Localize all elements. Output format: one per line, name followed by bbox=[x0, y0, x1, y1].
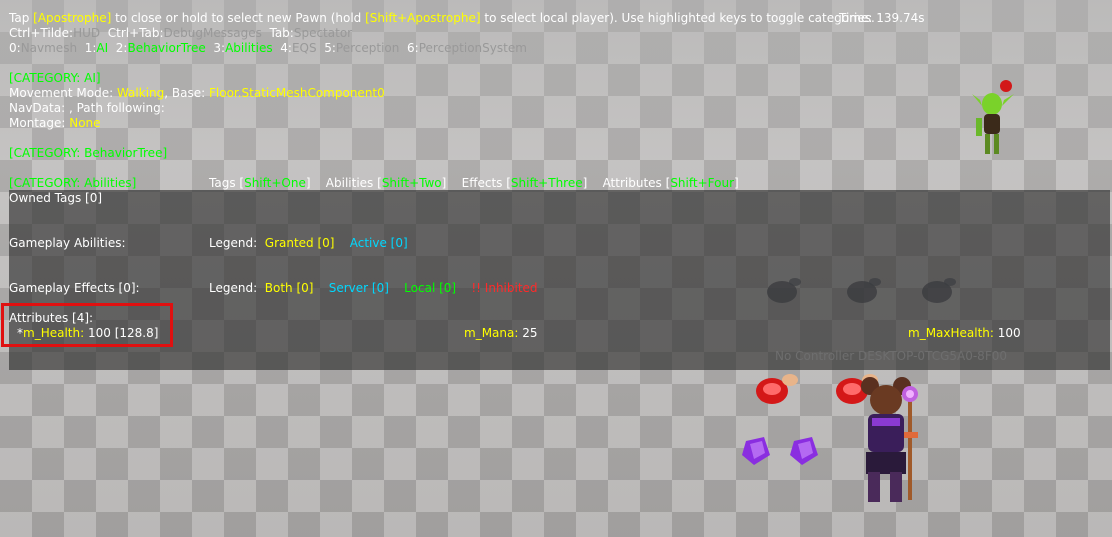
shortcut-debug-key: Ctrl+Tab: bbox=[107, 26, 164, 40]
category-abilities-header: [CATEGORY: Abilities] bbox=[9, 176, 137, 190]
time-readout: Time: 139.74s bbox=[839, 11, 925, 25]
tab-abilities-key[interactable]: Shift+Two bbox=[382, 176, 442, 190]
tab-abilities[interactable]: Abilities bbox=[326, 176, 374, 190]
base-value: Floor.StaticMeshComponent0 bbox=[208, 86, 385, 100]
tab-attributes[interactable]: Attributes bbox=[603, 176, 662, 190]
shortcut-hud-key: Ctrl+Tilde: bbox=[9, 26, 74, 40]
tab-attributes-key[interactable]: Shift+Four bbox=[670, 176, 734, 190]
abilities-legend-label: Legend: bbox=[209, 236, 258, 250]
gameplay-effects-label: Gameplay Effects [0]: bbox=[9, 281, 140, 295]
attribute-mana: m_Mana: 25 bbox=[464, 326, 538, 341]
mana-crystal-2 bbox=[790, 437, 818, 465]
legend-inhibited: !! Inhibited bbox=[471, 281, 538, 295]
category-key-0: 0: bbox=[9, 41, 21, 55]
tap-text: Tap bbox=[9, 11, 30, 25]
category-ai-header: [CATEGORY: AI] bbox=[9, 71, 101, 85]
tab-effects[interactable]: Effects bbox=[462, 176, 503, 190]
category-key-1: 1: bbox=[84, 41, 97, 55]
attribute-mana-value: 25 bbox=[522, 326, 538, 340]
category-eqs[interactable]: EQS bbox=[292, 41, 317, 55]
category-behaviortree[interactable]: BehaviorTree bbox=[127, 41, 205, 55]
movement-mode-value: Walking bbox=[116, 86, 165, 100]
shortcuts-line: Ctrl+Tilde:HUD Ctrl+Tab:DebugMessages Ta… bbox=[9, 26, 352, 41]
category-behaviortree-header: [CATEGORY: BehaviorTree] bbox=[9, 146, 168, 160]
shortcut-hud[interactable]: HUD bbox=[73, 26, 100, 40]
close-text: to close or hold to select new Pawn (hol… bbox=[115, 11, 362, 25]
category-key-2: 2: bbox=[115, 41, 128, 55]
attribute-maxhealth-value: 100 bbox=[997, 326, 1021, 340]
legend-server: Server [0] bbox=[328, 281, 389, 295]
legend-active: Active [0] bbox=[349, 236, 408, 250]
movement-mode-label: Movement Mode: bbox=[9, 86, 114, 100]
local-player-text: to select local player). Use highlighted… bbox=[484, 11, 875, 25]
player-character bbox=[861, 377, 918, 502]
category-key-6: 6: bbox=[407, 41, 419, 55]
tab-effects-key[interactable]: Shift+Three bbox=[511, 176, 583, 190]
shortcut-spectator-key: Tab: bbox=[269, 26, 294, 40]
effects-legend: Legend: Both [0] Server [0] Local [0] !!… bbox=[209, 281, 538, 296]
movement-mode-line: Movement Mode: Walking, Base: Floor.Stat… bbox=[9, 86, 385, 101]
category-key-5: 5: bbox=[324, 41, 336, 55]
category-key-3: 3: bbox=[213, 41, 226, 55]
apostrophe-key[interactable]: [Apostrophe] bbox=[33, 11, 111, 25]
category-perception-system[interactable]: PerceptionSystem bbox=[419, 41, 527, 55]
no-controller-label: No Controller DESKTOP-0TCG5A0-8F00 bbox=[775, 349, 1007, 363]
abilities-legend: Legend: Granted [0] Active [0] bbox=[209, 236, 408, 251]
category-navmesh[interactable]: Navmesh bbox=[21, 41, 77, 55]
attribute-maxhealth-name: m_MaxHealth: bbox=[908, 326, 994, 340]
owned-tags: Owned Tags [0] bbox=[9, 191, 103, 205]
goblin-enemy bbox=[972, 80, 1014, 154]
montage-label: Montage: bbox=[9, 116, 66, 130]
gameplay-abilities-label: Gameplay Abilities: bbox=[9, 236, 126, 250]
shortcut-debug-messages[interactable]: DebugMessages bbox=[164, 26, 262, 40]
legend-local: Local [0] bbox=[404, 281, 457, 295]
abilities-panel bbox=[9, 190, 1110, 370]
effects-legend-label: Legend: bbox=[209, 281, 258, 295]
mana-crystal-1 bbox=[742, 437, 770, 465]
tab-tags-key[interactable]: Shift+One bbox=[244, 176, 306, 190]
montage-line: Montage: None bbox=[9, 116, 101, 131]
base-label: , Base: bbox=[164, 86, 206, 100]
attribute-maxhealth: m_MaxHealth: 100 bbox=[908, 326, 1021, 341]
category-ai[interactable]: AI bbox=[96, 41, 108, 55]
categories-line: 0:Navmesh 1:AI 2:BehaviorTree 3:Abilitie… bbox=[9, 41, 527, 56]
abilities-tabs: Tags [Shift+One] Abilities [Shift+Two] E… bbox=[209, 176, 739, 190]
shortcut-spectator[interactable]: Spectator bbox=[294, 26, 352, 40]
header-line: Tap [Apostrophe] to close or hold to sel… bbox=[9, 11, 875, 26]
tab-tags[interactable]: Tags bbox=[209, 176, 236, 190]
legend-granted: Granted [0] bbox=[264, 236, 335, 250]
legend-both: Both [0] bbox=[264, 281, 314, 295]
category-key-4: 4: bbox=[280, 41, 292, 55]
navdata-line: NavData: , Path following: bbox=[9, 101, 165, 115]
attribute-mana-name: m_Mana: bbox=[464, 326, 519, 340]
montage-value: None bbox=[69, 116, 101, 130]
attributes-highlight-box bbox=[1, 303, 173, 347]
shift-apostrophe-key[interactable]: [Shift+Apostrophe] bbox=[365, 11, 480, 25]
health-potion-1 bbox=[756, 374, 798, 404]
category-perception[interactable]: Perception bbox=[336, 41, 399, 55]
category-abilities[interactable]: Abilities bbox=[225, 41, 273, 55]
